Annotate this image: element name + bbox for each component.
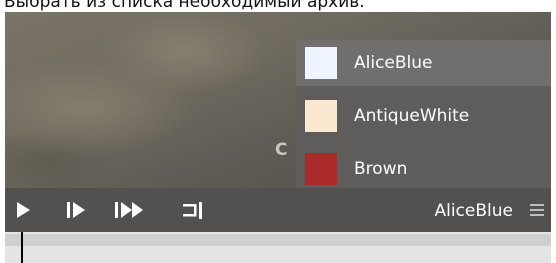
video-overlay-letter: C — [275, 140, 288, 160]
fast-forward-icon[interactable] — [111, 198, 149, 222]
step-forward-icon[interactable] — [63, 198, 89, 222]
color-swatch — [305, 47, 337, 79]
playback-controls: AliceBlue — [5, 188, 551, 232]
color-swatch — [305, 153, 337, 185]
archive-option-aliceblue[interactable]: AliceBlue — [296, 40, 551, 86]
timeline-cursor[interactable] — [21, 232, 23, 263]
play-icon[interactable] — [13, 198, 33, 222]
archive-option-antiquewhite[interactable]: AntiqueWhite — [296, 93, 551, 139]
instruction-caption: Выбрать из списка необходимый архив. — [4, 0, 365, 12]
timeline[interactable] — [5, 232, 551, 263]
selected-archive-label[interactable]: AliceBlue — [434, 188, 513, 232]
jump-to-end-icon[interactable] — [179, 198, 205, 222]
archive-option-brown[interactable]: Brown — [296, 146, 551, 192]
timeline-track — [5, 234, 551, 246]
video-viewer: C AliceBlue AntiqueWhite Brown AliceBlue — [5, 12, 551, 232]
archive-option-label: AliceBlue — [354, 53, 433, 73]
menu-icon[interactable] — [529, 203, 545, 217]
archive-option-label: Brown — [354, 159, 408, 179]
archive-dropdown-list: AliceBlue AntiqueWhite Brown — [296, 40, 551, 192]
archive-option-label: AntiqueWhite — [354, 106, 470, 126]
color-swatch — [305, 100, 337, 132]
